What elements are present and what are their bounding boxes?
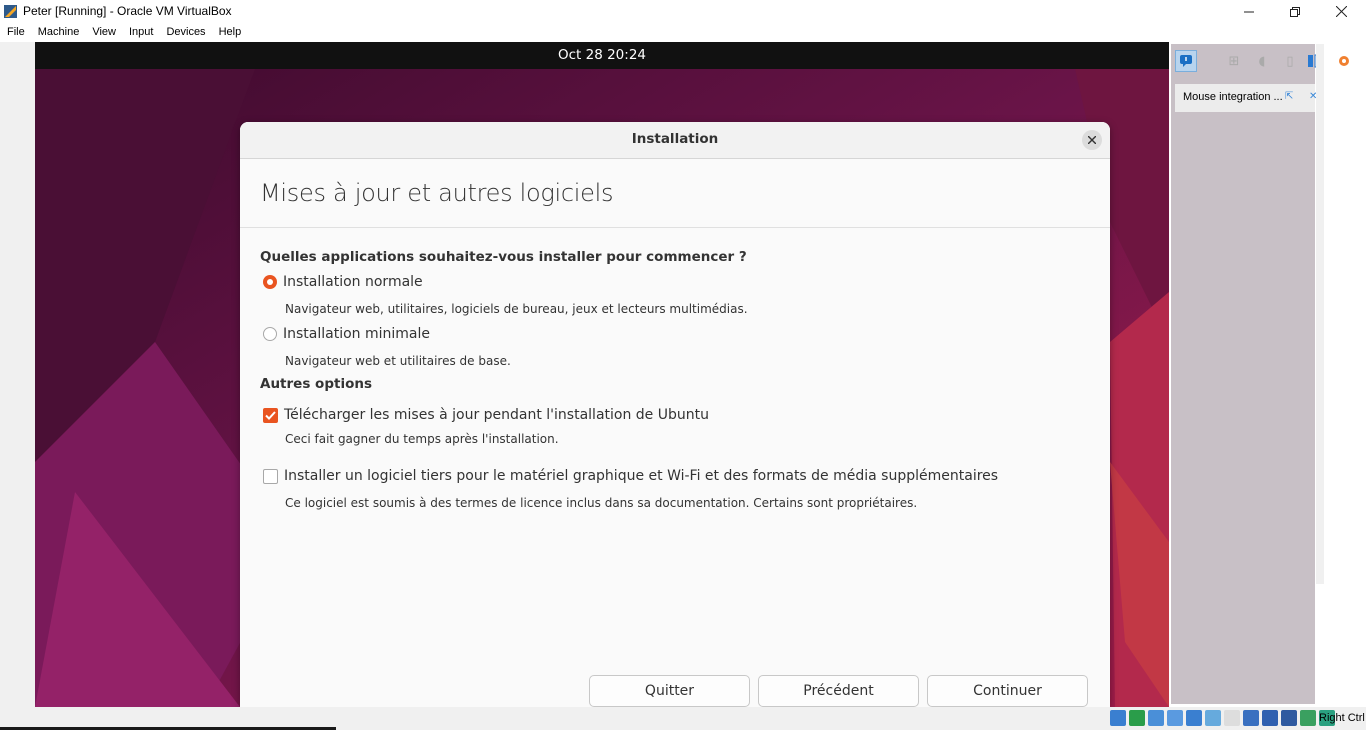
hard-disk-icon[interactable] [1110, 710, 1126, 726]
side-panel-toolbar: ⊞ ◖ ▯ [1173, 48, 1359, 74]
window-titlebar: Peter [Running] - Oracle VM VirtualBox [0, 0, 1366, 23]
other-options-title: Autres options [260, 376, 373, 392]
status-icons [1110, 710, 1338, 726]
audio-status-icon[interactable] [1148, 710, 1164, 726]
maximize-button[interactable] [1272, 0, 1318, 23]
menu-view[interactable]: View [85, 23, 122, 42]
side-panel-strip [1171, 44, 1315, 704]
network-icon[interactable]: ⊞ [1223, 50, 1245, 72]
mouse-integration-icon[interactable]: ⇱ [1285, 91, 1293, 102]
check-download-updates[interactable]: Télécharger les mises à jour pendant l'i… [263, 407, 709, 423]
close-icon [1088, 136, 1096, 144]
dialog-close-button[interactable] [1082, 130, 1102, 150]
page-heading-bar: Mises à jour et autres logiciels [240, 159, 1110, 228]
option-normal-install[interactable]: Installation normale [263, 274, 423, 290]
menu-help[interactable]: Help [212, 23, 248, 42]
quit-button[interactable]: Quitter [589, 675, 750, 707]
host-left-gutter [0, 42, 35, 707]
mouse-integration-status-icon[interactable] [1281, 710, 1297, 726]
speech-bubble-icon [1180, 55, 1192, 67]
audio-icon[interactable]: ◖ [1251, 50, 1273, 72]
virtualbox-app-icon [4, 5, 17, 18]
checkbox-unchecked-icon[interactable] [263, 468, 278, 484]
checkmark-icon [265, 410, 276, 420]
notification-text: Mouse integration ... [1183, 91, 1283, 103]
network-status-icon[interactable] [1167, 710, 1183, 726]
menubar: File Machine View Input Devices Help [0, 23, 1366, 42]
display-status-icon[interactable] [1224, 710, 1240, 726]
install-question: Quelles applications souhaitez-vous inst… [260, 249, 747, 265]
check-third-party[interactable]: Installer un logiciel tiers pour le maté… [263, 468, 998, 484]
dialog-title: Installation [631, 131, 719, 147]
mouse-integration-notification[interactable]: Mouse integration ... ⇱ ✕ [1175, 84, 1317, 112]
guest-top-bar: Oct 28 20:24 [35, 42, 1169, 69]
menu-devices[interactable]: Devices [159, 23, 211, 42]
check-third-party-desc: Ce logiciel est soumis à des termes de l… [285, 496, 918, 510]
radio-selected-icon[interactable] [263, 275, 277, 289]
checkbox-checked-icon[interactable] [263, 407, 278, 423]
keyboard-capture-icon[interactable] [1300, 710, 1316, 726]
side-panel-scrollbar[interactable] [1316, 44, 1324, 584]
guest-clock[interactable]: Oct 28 20:24 [558, 47, 646, 63]
recording-icon[interactable] [1243, 710, 1259, 726]
dialog-header: Installation [240, 122, 1110, 159]
display-icon[interactable]: ▯ [1279, 50, 1301, 72]
settings-icon[interactable] [1333, 50, 1355, 72]
minimize-icon [1244, 11, 1254, 12]
option-minimal-desc: Navigateur web et utilitaires de base. [285, 354, 511, 368]
minimize-button[interactable] [1226, 0, 1272, 23]
notification-center-icon[interactable] [1175, 50, 1197, 72]
cpu-icon[interactable] [1262, 710, 1278, 726]
close-window-button[interactable] [1318, 0, 1364, 23]
option-normal-label[interactable]: Installation normale [283, 274, 423, 290]
page-title: Mises à jour et autres logiciels [260, 179, 614, 207]
settings-gear-icon [1339, 56, 1349, 66]
check-download-updates-desc: Ceci fait gagner du temps après l'instal… [285, 432, 559, 446]
window-title: Peter [Running] - Oracle VM VirtualBox [23, 4, 232, 18]
usb-icon[interactable] [1186, 710, 1202, 726]
menu-machine[interactable]: Machine [31, 23, 86, 42]
virtualbox-side-panel: ⊞ ◖ ▯ Mouse integration ... ⇱ ✕ [1169, 42, 1366, 707]
menu-file[interactable]: File [0, 23, 31, 42]
optical-drive-icon[interactable] [1129, 710, 1145, 726]
option-normal-desc: Navigateur web, utilitaires, logiciels d… [285, 302, 748, 316]
continue-button[interactable]: Continuer [927, 675, 1088, 707]
restore-icon [1290, 6, 1300, 17]
menu-input[interactable]: Input [122, 23, 159, 42]
close-icon [1335, 6, 1347, 17]
radio-unselected-icon[interactable] [263, 327, 277, 341]
option-minimal-label[interactable]: Installation minimale [283, 326, 430, 342]
shared-folders-icon[interactable] [1205, 710, 1221, 726]
back-button[interactable]: Précédent [758, 675, 919, 707]
check-download-updates-label[interactable]: Télécharger les mises à jour pendant l'i… [284, 407, 709, 423]
installer-dialog: Installation Mises à jour et autres logi… [240, 122, 1110, 707]
host-key-label: Right Ctrl [1319, 712, 1365, 724]
option-minimal-install[interactable]: Installation minimale [263, 326, 430, 342]
check-third-party-label[interactable]: Installer un logiciel tiers pour le maté… [284, 468, 998, 484]
